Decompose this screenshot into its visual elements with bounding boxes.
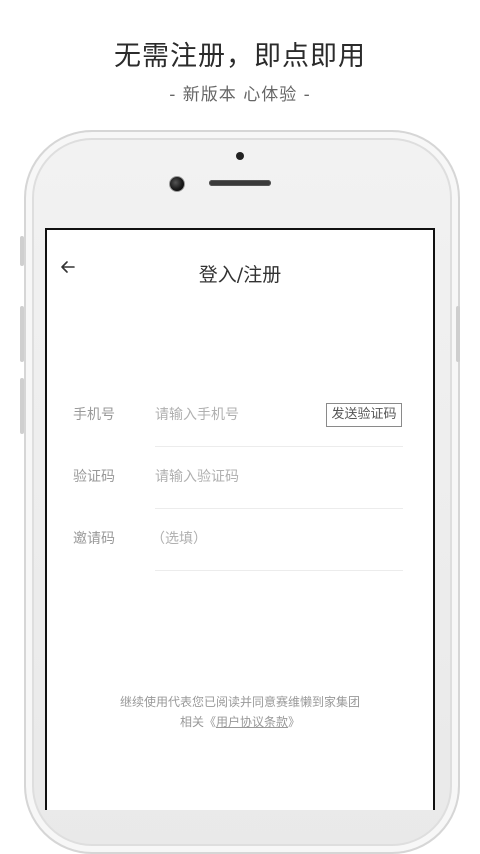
promo-subline: - 新版本 心体验 -: [169, 85, 311, 105]
agreement-line2: 相关《用户协议条款》: [47, 712, 433, 732]
phone-volume-down: [20, 378, 24, 434]
phone-input[interactable]: [155, 395, 315, 435]
divider: [155, 570, 403, 571]
user-agreement-link[interactable]: 用户协议条款: [216, 715, 288, 729]
invite-row: 邀请码: [73, 519, 403, 559]
divider: [155, 446, 403, 447]
invite-label: 邀请码: [73, 531, 115, 547]
login-screen: 登入/注册 手机号 发送验证码 验证码 邀请码 继续使用代表您已阅读并同意赛维懒…: [45, 228, 435, 810]
screen-title: 登入/注册: [198, 264, 282, 286]
front-camera: [169, 176, 185, 192]
send-code-button[interactable]: 发送验证码: [326, 403, 402, 427]
phone-volume-up: [20, 306, 24, 362]
agreement-prefix: 相关《: [179, 715, 216, 729]
agreement-text: 继续使用代表您已阅读并同意赛维懒到家集团 相关《用户协议条款》: [47, 692, 433, 732]
promo-headline: 无需注册，即点即用: [114, 41, 366, 72]
agreement-suffix: 》: [288, 715, 301, 729]
code-row: 验证码: [73, 457, 403, 497]
phone-power-button: [456, 306, 460, 362]
phone-label: 手机号: [73, 407, 115, 423]
agreement-line1: 继续使用代表您已阅读并同意赛维懒到家集团: [119, 695, 360, 709]
divider: [155, 508, 403, 509]
code-label: 验证码: [73, 469, 115, 485]
phone-mute-switch: [20, 236, 24, 266]
code-input[interactable]: [155, 457, 315, 497]
invite-input[interactable]: [151, 519, 311, 559]
proximity-sensor: [236, 152, 244, 160]
earpiece-speaker: [209, 180, 271, 186]
